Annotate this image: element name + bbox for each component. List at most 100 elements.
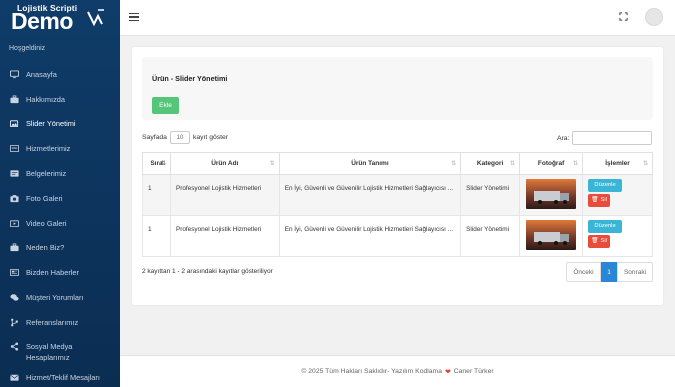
pagination: Önceki 1 Sonraki [566,262,653,282]
brand-title: Demo [11,8,73,34]
page-length-control: Sayfada 10 kayıt göster [142,131,228,144]
truck-photo[interactable] [526,179,577,209]
newspaper-icon [10,268,19,277]
cell-urun-adi: Profesyonel Lojistik Hizmetleri [169,174,280,216]
sidebar: Lojistik Scripti Demo Hoşgeldiniz Anasay… [0,0,120,387]
delete-button[interactable]: 🗑 Sil [588,194,611,207]
topbar [120,0,675,36]
add-button[interactable]: Ekle [152,97,179,114]
fullscreen-icon[interactable] [619,12,628,21]
brand-logo[interactable]: Lojistik Scripti Demo [0,0,120,36]
sidebar-item-label: Anasayfa [26,69,57,79]
page-title: Ürün - Slider Yönetimi [152,74,228,83]
tools-icon [10,144,19,153]
sidebar-item-neden-biz[interactable]: Neden Biz? [0,236,120,261]
cell-sira: 1 [142,215,171,257]
monitor-icon [10,70,19,79]
sidebar-item-hizmetler[interactable]: Hizmetlerimiz [0,136,120,161]
camera-icon [10,194,19,203]
slider-table: Sıra ⇅ Ürün Adı ⇅ Ürün Tanımı ⇅ Kategori ⇅ F… [142,152,653,257]
branch-icon [10,318,19,327]
truck-photo[interactable] [526,220,577,250]
sidebar-item-video-galeri[interactable]: Video Galeri [0,211,120,236]
sidebar-item-mesajlar[interactable]: Hizmet/Teklif Mesajları [0,365,120,387]
sort-asc-icon: ⇅ [160,161,166,167]
sidebar-item-label: Slider Yönetimi [26,119,76,129]
cell-urun-adi: Profesyonel Lojistik Hizmetleri [169,215,280,257]
footer-text: © 2025 Tüm Hakları Saklıdır- Yazılım Kod… [301,368,442,375]
delete-label: Sil [600,238,607,244]
length-prefix: Sayfada [142,134,167,141]
logo-mark-icon [87,9,104,27]
cell-fotograf [519,215,584,257]
prev-page-button[interactable]: Önceki [566,262,601,282]
welcome-text: Hoşgeldiniz [9,45,46,52]
avatar[interactable] [645,8,663,26]
sidebar-item-slider[interactable]: Slider Yönetimi [0,112,120,137]
column-header-urun-adi[interactable]: Ürün Adı ⇅ [169,152,280,175]
cell-islemler: Düzenle 🗑 Sil [582,174,653,216]
menu-toggle-icon[interactable] [129,13,139,21]
column-label: Ürün Adı [211,160,239,167]
sort-icon: ⇅ [642,161,648,167]
table-info: 2 kayıttan 1 - 2 arasındaki kayıtlar gös… [142,268,273,275]
sidebar-item-foto-galeri[interactable]: Foto Galeri [0,186,120,211]
column-label: Kategori [476,160,504,167]
sidebar-item-yorumlar[interactable]: Müşteri Yorumları [0,285,120,310]
images-icon [10,119,19,128]
sidebar-item-referanslar[interactable]: Referanslarımız [0,310,120,335]
sidebar-nav: Anasayfa Hakkımızda Slider Yönetimi Hizm… [0,62,120,387]
column-header-islemler[interactable]: İşlemler ⇅ [582,152,653,175]
sidebar-item-hakkimizda[interactable]: Hakkımızda [0,87,120,112]
sidebar-item-haberler[interactable]: Bizden Haberler [0,260,120,285]
sidebar-item-belgeler[interactable]: Belgelerimiz [0,161,120,186]
page-1-button[interactable]: 1 [601,262,617,282]
sidebar-item-label: Belgelerimiz [26,169,67,179]
card-header: Ürün - Slider Yönetimi Ekle [142,57,653,120]
column-label: İşlemler [605,160,630,167]
sidebar-item-label: Sosyal Medya Hesaplarımız [26,341,73,362]
footer-author: Caner Türker [453,368,494,375]
column-header-kategori[interactable]: Kategori ⇅ [460,152,521,175]
sidebar-item-anasayfa[interactable]: Anasayfa [0,62,120,87]
edit-button[interactable]: Düzenle [588,220,623,233]
comments-icon [10,293,19,302]
edit-button[interactable]: Düzenle [588,179,623,192]
cell-urun-tanimi: En İyi, Güvenli ve Güvenilir Lojistik Hi… [278,215,462,257]
trash-icon: 🗑 [591,197,599,203]
next-page-button[interactable]: Sonraki [617,262,653,282]
cell-sira: 1 [142,174,171,216]
sidebar-item-label: Bizden Haberler [26,268,79,278]
column-label: Ürün Tanımı [351,160,389,167]
sort-icon: ⇅ [269,161,275,167]
page-length-select[interactable]: 10 [169,131,190,144]
sidebar-item-sosyal-medya[interactable]: Sosyal Medya Hesaplarımız [0,335,120,365]
sidebar-item-label: Referanslarımız [26,317,79,327]
column-label: Fotoğraf [537,160,565,167]
table-row: 1 Profesyonel Lojistik Hizmetleri En İyi… [142,215,653,257]
length-suffix: kayıt göster [192,134,229,141]
sidebar-item-label: Müşteri Yorumları [26,293,84,303]
search-input[interactable] [572,131,653,145]
sidebar-item-label: Hizmet/Teklif Mesajları [26,372,100,382]
column-header-fotograf[interactable]: Fotoğraf ⇅ [519,152,584,175]
briefcase-icon [10,243,19,252]
column-header-sira[interactable]: Sıra ⇅ [142,152,171,175]
briefcase-icon [10,95,19,104]
search-control: Ara: [557,131,653,145]
sidebar-item-label: Neden Biz? [26,243,65,253]
sort-icon: ⇅ [573,161,579,167]
slider-card: Ürün - Slider Yönetimi Ekle Sayfada 10 k… [132,47,663,305]
video-icon [10,219,19,228]
cell-urun-tanimi: En İyi, Güvenli ve Güvenilir Lojistik Hi… [278,174,462,216]
delete-button[interactable]: 🗑 Sil [588,235,611,248]
cell-islemler: Düzenle 🗑 Sil [582,215,653,257]
delete-label: Sil [600,197,607,203]
sidebar-item-label: Hakkımızda [26,94,66,104]
heart-icon: ❤ [445,368,451,376]
column-header-urun-tanimi[interactable]: Ürün Tanımı ⇅ [278,152,462,175]
footer: © 2025 Tüm Hakları Saklıdır- Yazılım Kod… [120,356,675,387]
sidebar-item-label: Hizmetlerimiz [26,144,71,154]
sort-icon: ⇅ [451,161,457,167]
files-icon [10,169,19,178]
